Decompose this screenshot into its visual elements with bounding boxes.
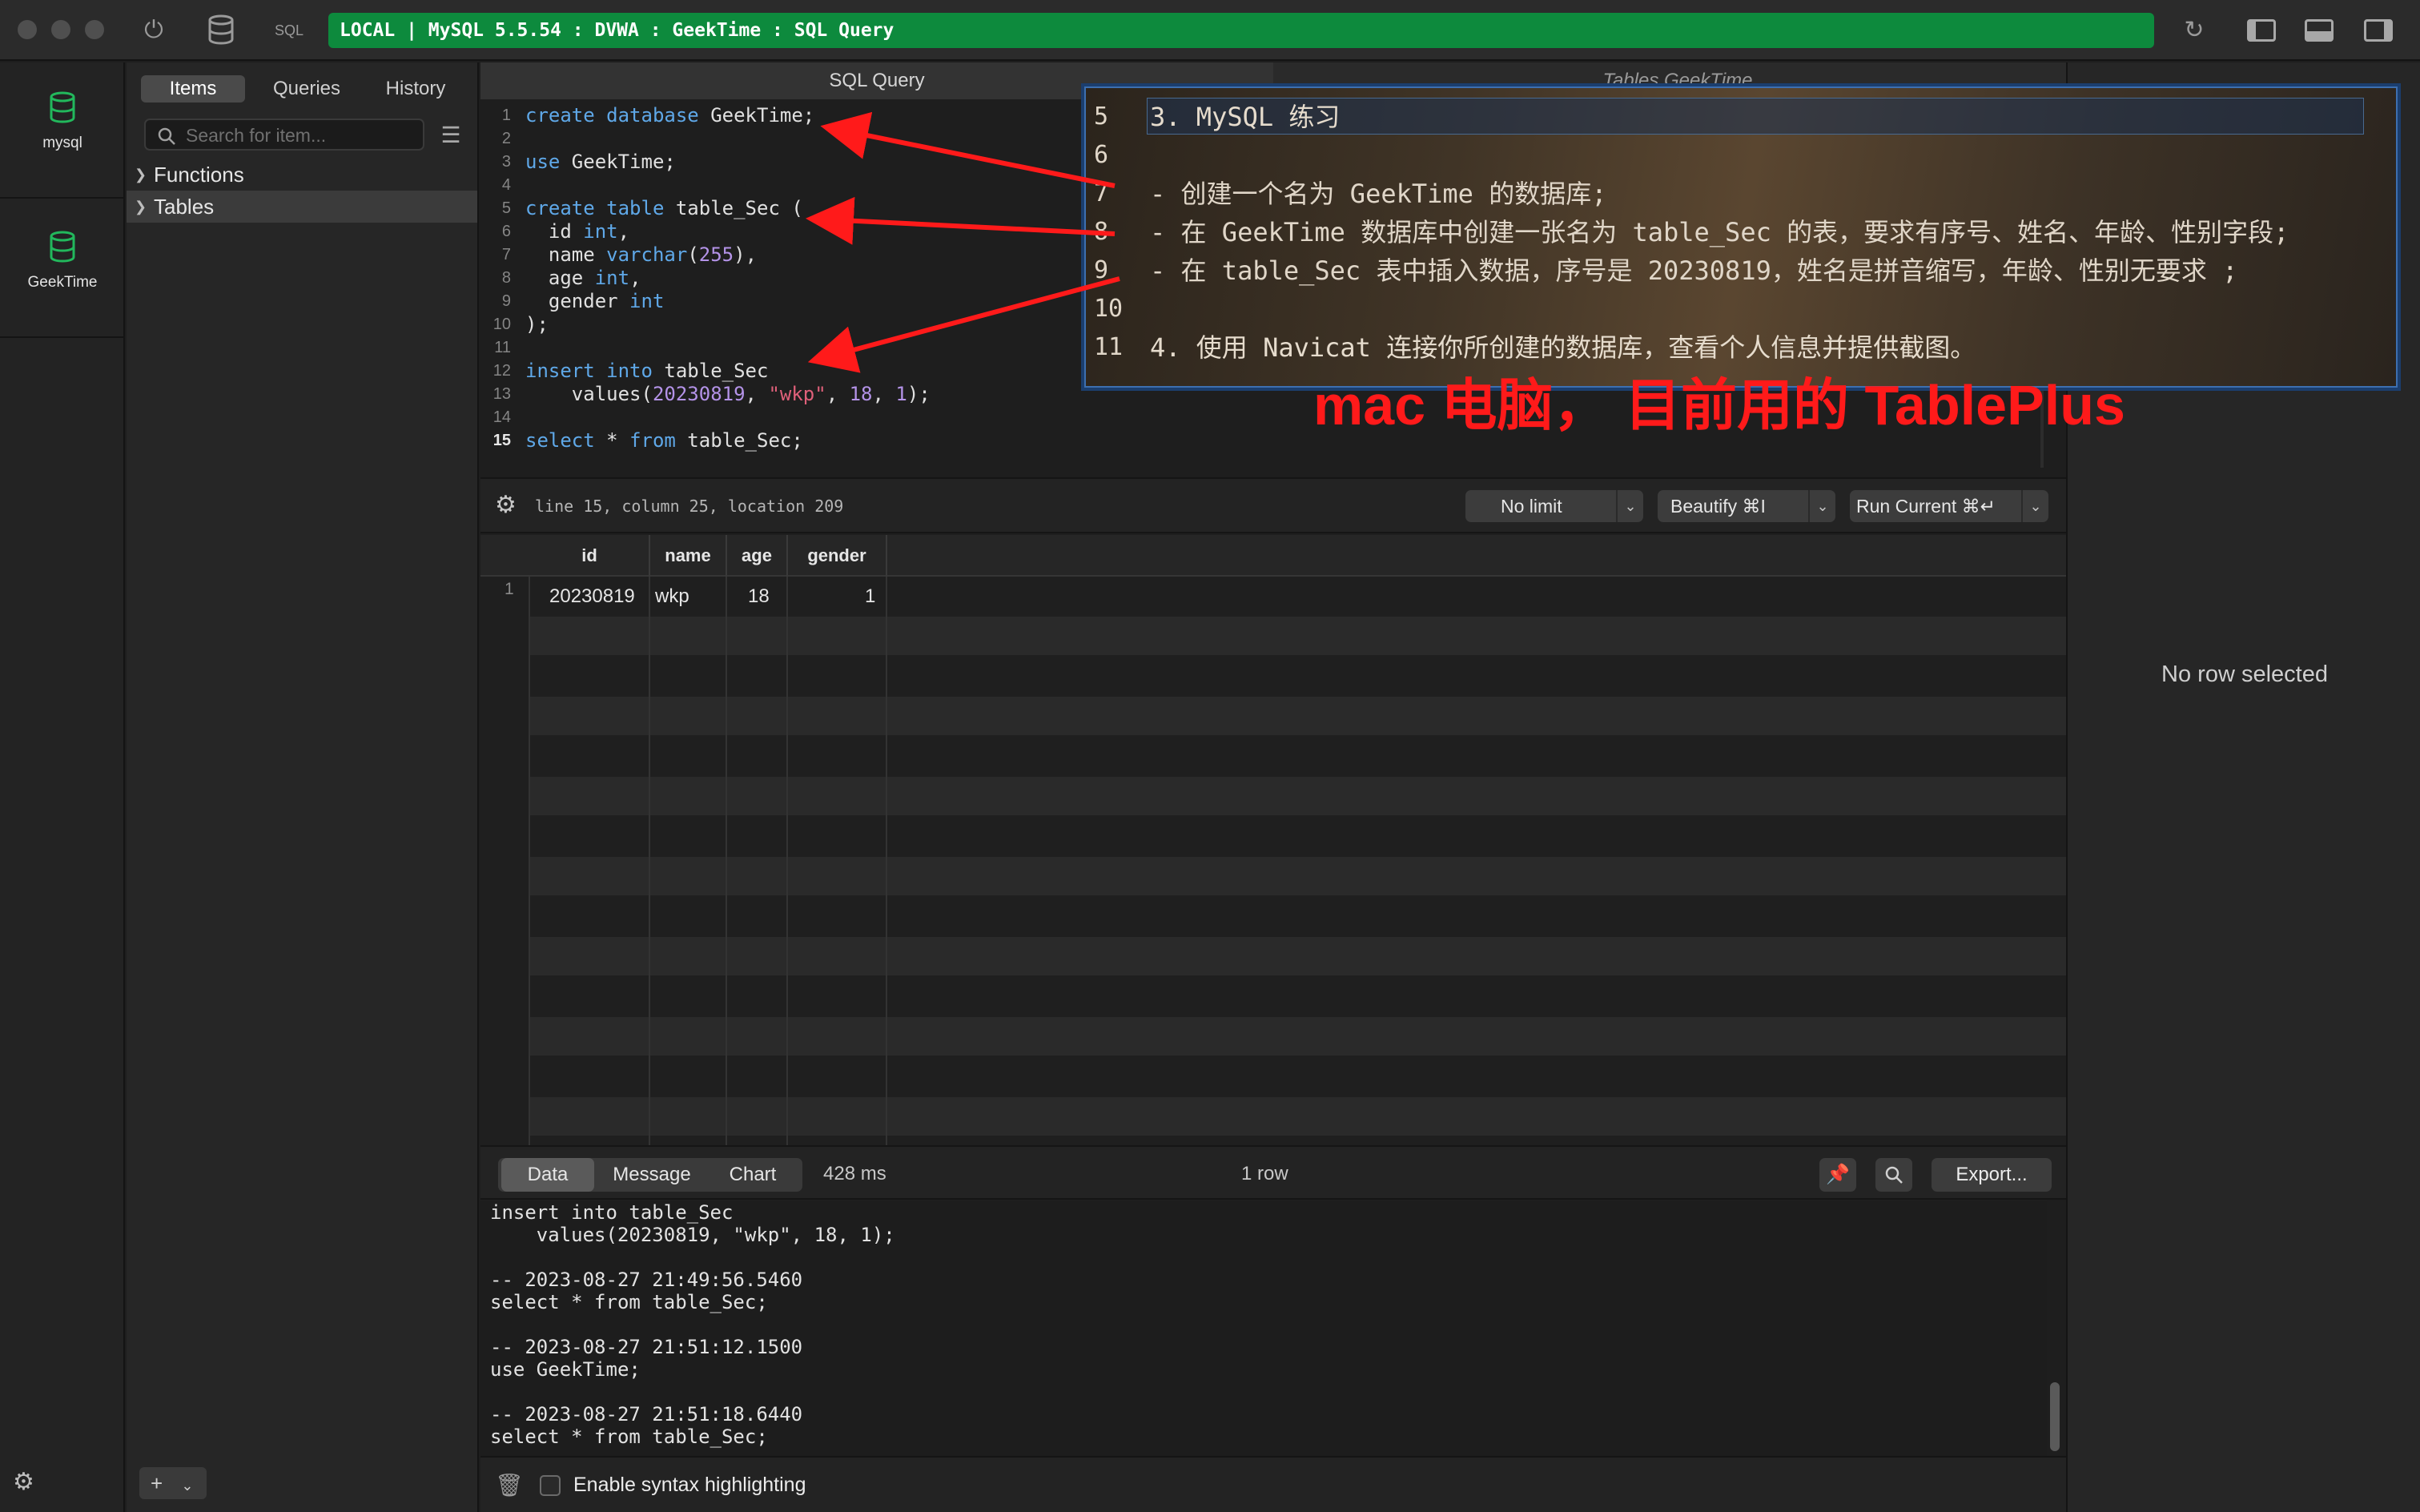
arrow-create-database — [820, 111, 1116, 188]
arrow-create-table — [806, 196, 1116, 245]
annotation-caption: mac 电脑， 目前用的 TablePlus — [1313, 374, 2125, 436]
annotation-arrows — [806, 111, 1120, 373]
arrow-insert — [807, 276, 1120, 373]
